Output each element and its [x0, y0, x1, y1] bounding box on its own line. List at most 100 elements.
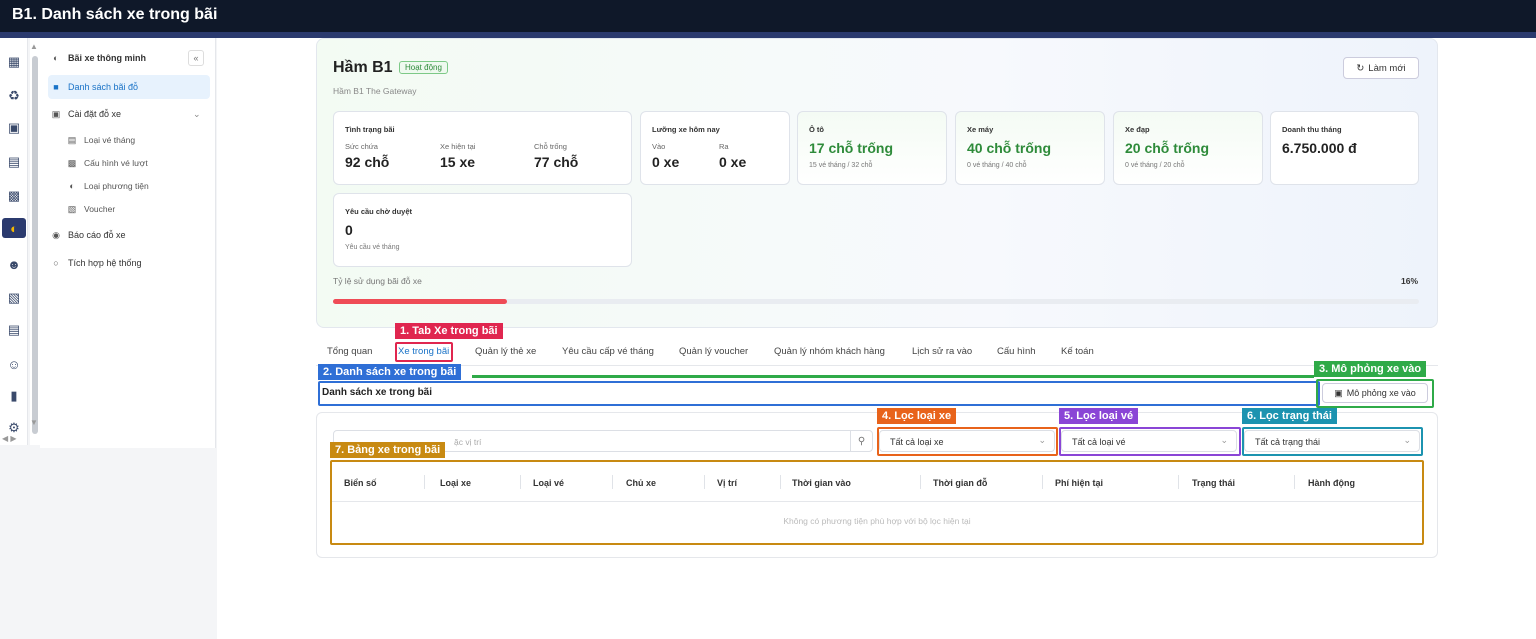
column-separator [780, 475, 781, 489]
stat-out-label: Ra [719, 142, 729, 151]
stat-note: 0 vé tháng / 20 chỗ [1125, 162, 1185, 169]
ticket-type-select[interactable]: Tất cả loại vé ⌄ [1061, 430, 1237, 452]
vehicles-table: Biển số Loại xe Loại vé Chủ xe Vị trí Th… [332, 462, 1422, 542]
users-icon[interactable]: ☻ [4, 254, 24, 274]
sidebar-item-parking-report[interactable]: ◉ Báo cáo đỗ xe [48, 224, 125, 246]
sidebar-header[interactable]: ◐ Bãi xe thông minh [48, 47, 146, 69]
annotation-label-section: 2. Danh sách xe trong bãi [318, 364, 462, 380]
stat-in-label: Vào [652, 142, 666, 151]
sidebar-item-integration[interactable]: ○ Tích hợp hệ thống [48, 252, 141, 274]
chevron-down-icon[interactable]: ⌄ [193, 109, 201, 120]
stat-card-traffic: Lưỡng xe hôm nay Vào 0 xe Ra 0 xe [640, 111, 790, 185]
recycle-icon[interactable]: ♻ [4, 86, 24, 106]
column-header-position[interactable]: Vị trí [717, 478, 737, 488]
title-bar: B1. Danh sách xe trong bãi [0, 0, 1536, 38]
search-icon[interactable]: ⚲ [850, 431, 872, 451]
stat-card-bicycle: Xe đạp 20 chỗ trống 0 vé tháng / 20 chỗ [1113, 111, 1263, 185]
integration-icon: ○ [53, 258, 59, 268]
chat-icon[interactable]: ▣ [4, 118, 24, 138]
column-header-current-fee[interactable]: Phí hiện tại [1055, 478, 1103, 488]
chart-icon[interactable]: ▮ [4, 386, 24, 406]
briefcase-icon[interactable]: ▩ [4, 186, 24, 206]
person-icon[interactable]: ☺ [4, 354, 24, 374]
ticket-icon: ▤ [67, 134, 77, 145]
tab-accounting[interactable]: Kế toán [1061, 346, 1094, 357]
stat-title: Tình trạng bãi [345, 125, 395, 134]
parking-icon: ■ [53, 82, 59, 92]
sidebar-item-label: Tích hợp hệ thống [68, 258, 142, 268]
stat-in-value: 0 xe [652, 154, 680, 170]
search-placeholder: ặc vị trí [454, 437, 482, 447]
voucher-icon: ▧ [67, 203, 77, 214]
annotation-label-simulate: 3. Mô phỏng xe vào [1314, 361, 1427, 377]
sidebar-item-turn-ticket-config[interactable]: ▩ Cấu hình vé lượt [64, 152, 148, 174]
scroll-down-icon[interactable]: ▼ [30, 418, 38, 427]
horizontal-scroll-arrows[interactable]: ◀ ▶ [2, 434, 17, 443]
simulate-entry-label: Mô phỏng xe vào [1346, 388, 1416, 398]
building-icon[interactable]: ▦ [4, 52, 24, 72]
stat-title: Doanh thu tháng [1282, 125, 1342, 134]
car-icon: ◐ [53, 53, 59, 63]
office-icon[interactable]: ▧ [4, 288, 24, 308]
stat-title: Yêu cầu chờ duyệt [345, 207, 413, 216]
car-entry-icon: ▣ [1334, 387, 1343, 398]
sidebar-item-parking-list[interactable]: ■ Danh sách bãi đỗ [48, 75, 210, 99]
vehicle-type-select[interactable]: Tất cả loại xe ⌄ [879, 430, 1055, 452]
sidebar-item-label: Loại vé tháng [84, 135, 136, 145]
refresh-button[interactable]: ↻ Làm mới [1343, 57, 1419, 79]
window-title: B1. Danh sách xe trong bãi [12, 6, 218, 23]
tab-overview[interactable]: Tổng quan [327, 346, 372, 357]
stat-current-label: Xe hiện tại [440, 142, 476, 151]
stat-free-label: Chỗ trống [534, 142, 567, 151]
stat-title: Lưỡng xe hôm nay [652, 125, 720, 134]
store-icon[interactable]: ▤ [4, 320, 24, 340]
tab-customer-groups[interactable]: Quản lý nhóm khách hàng [774, 346, 885, 357]
annotation-label-table: 7. Bảng xe trong bãi [330, 442, 446, 458]
sidebar-scrollbar[interactable]: ▲ ▼ [30, 38, 40, 445]
sidebar-item-label: Loại phương tiện [84, 181, 149, 191]
ticket-type-value: Tất cả loại vé [1072, 437, 1126, 447]
sidebar-menu: ◐ Bãi xe thông minh « ■ Danh sách bãi đỗ… [40, 38, 216, 448]
column-separator [1042, 475, 1043, 489]
stat-title: Ô tô [809, 125, 824, 134]
stat-note: 0 vé tháng / 40 chỗ [967, 162, 1027, 169]
tab-vehicle-cards[interactable]: Quản lý thẻ xe [475, 346, 536, 357]
tab-vehicles-in-lot[interactable]: Xe trong bãi [398, 346, 449, 357]
column-header-parked-duration[interactable]: Thời gian đỗ [933, 478, 987, 488]
column-header-actions: Hành động [1308, 478, 1355, 488]
tab-monthly-requests[interactable]: Yêu cầu cấp vé tháng [562, 346, 654, 357]
column-header-plate[interactable]: Biển số [344, 478, 377, 488]
sidebar-item-vehicle-type[interactable]: ◐ Loại phương tiện [64, 175, 149, 197]
utilization-progress-bar [333, 299, 1419, 304]
tab-vouchers[interactable]: Quản lý voucher [679, 346, 748, 357]
stat-out-value: 0 xe [719, 154, 747, 170]
stat-value: 6.750.000 đ [1282, 140, 1357, 156]
column-header-status[interactable]: Trạng thái [1192, 478, 1235, 488]
car-icon[interactable]: ◐ [2, 218, 26, 238]
scroll-up-icon[interactable]: ▲ [30, 42, 38, 51]
scroll-thumb[interactable] [32, 56, 38, 434]
icon-rail: ▦ ♻ ▣ ▤ ▩ ◐ ☻ ▧ ▤ ☺ ▮ ⚙ [0, 38, 28, 445]
simulate-entry-button[interactable]: ▣ Mô phỏng xe vào [1322, 383, 1428, 403]
sidebar-item-parking-settings[interactable]: ▣ Cài đặt đỗ xe [48, 103, 121, 125]
stat-free-value: 77 chỗ [534, 154, 579, 170]
sidebar-item-monthly-ticket[interactable]: ▤ Loại vé tháng [64, 129, 135, 151]
page-title: Hầm B1 [333, 59, 393, 76]
status-value: Tất cả trạng thái [1255, 437, 1321, 447]
column-header-owner[interactable]: Chủ xe [626, 478, 656, 488]
column-header-entry-time[interactable]: Thời gian vào [792, 478, 851, 488]
status-select[interactable]: Tất cả trạng thái ⌄ [1244, 430, 1420, 452]
sidebar-item-voucher[interactable]: ▧ Voucher [64, 198, 115, 220]
column-separator [1178, 475, 1179, 489]
tab-entry-history[interactable]: Lịch sử ra vào [912, 346, 972, 357]
column-header-vehicle-type[interactable]: Loại xe [440, 478, 471, 488]
utilization-progress-fill [333, 299, 507, 304]
tab-configuration[interactable]: Cấu hình [997, 346, 1036, 357]
collapse-sidebar-icon[interactable]: « [188, 50, 204, 66]
document-icon[interactable]: ▤ [4, 152, 24, 172]
utilization-label: Tỷ lệ sử dụng bãi đỗ xe [333, 276, 422, 286]
annotation-line-simulate [472, 375, 1314, 378]
column-header-ticket-type[interactable]: Loại vé [533, 478, 564, 488]
stat-card-revenue: Doanh thu tháng 6.750.000 đ [1270, 111, 1419, 185]
column-separator [520, 475, 521, 489]
